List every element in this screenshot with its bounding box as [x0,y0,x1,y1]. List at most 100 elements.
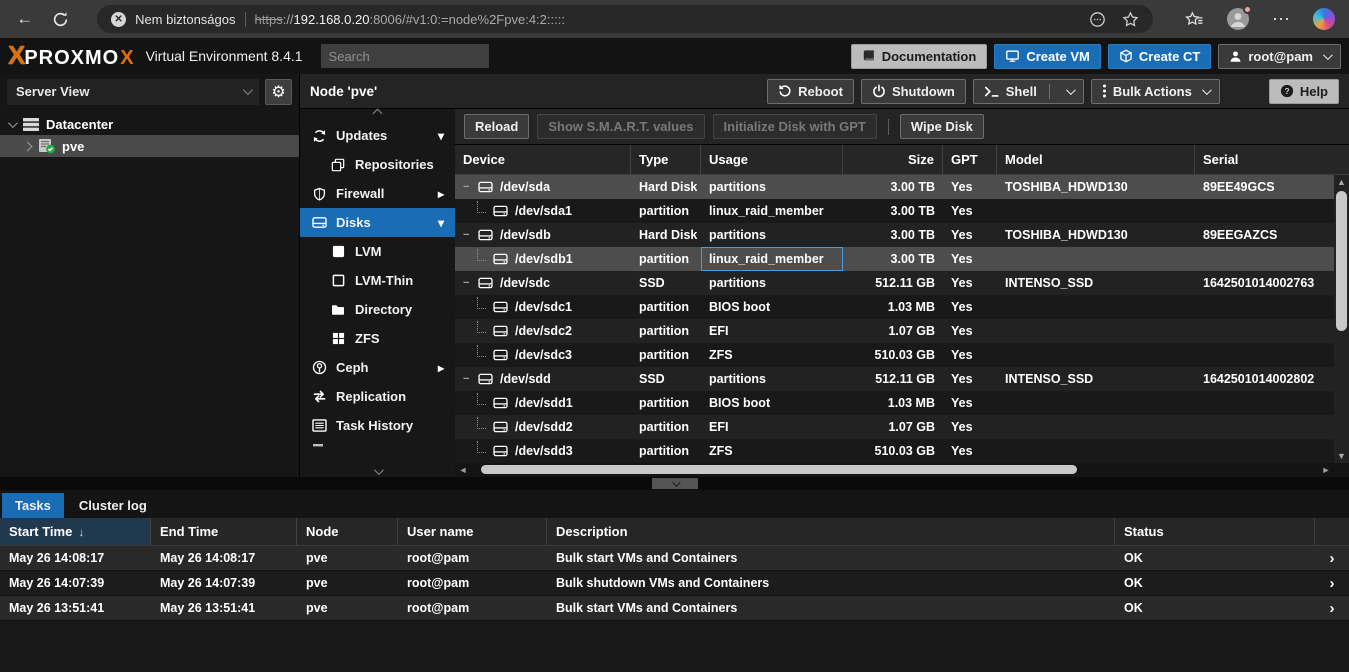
tree-item-datacenter[interactable]: Datacenter [0,113,299,135]
wipe-disk-button[interactable]: Wipe Disk [900,114,984,139]
reload-icon[interactable] [50,8,72,30]
horizontal-scrollbar[interactable]: ◄ ► [455,464,1334,475]
disk-row[interactable]: −/dev/sdd1 partition BIOS boot 1.03 MB Y… [455,391,1349,415]
menu-item[interactable] [300,440,455,450]
task-detail-chevron-icon[interactable]: › [1315,546,1349,570]
disk-gpt: Yes [943,367,997,391]
device-path: /dev/sdc2 [515,324,572,338]
avatar[interactable] [1226,7,1250,31]
scrollbar-thumb[interactable] [481,465,1077,474]
reboot-button[interactable]: Reboot [767,79,854,104]
menu-item[interactable]: Ceph [300,353,455,382]
create-ct-button[interactable]: Create CT [1108,44,1211,69]
shell-button[interactable]: Shell [973,79,1084,104]
column-header-usage[interactable]: Usage [701,145,843,174]
init-gpt-button[interactable]: Initialize Disk with GPT [713,114,877,139]
task-row[interactable]: May 26 13:51:41 May 26 13:51:41 pve root… [0,596,1349,621]
chevron-down-icon [243,85,253,95]
back-icon[interactable]: ← [14,8,36,30]
url-text[interactable]: https://192.168.0.20:8006/#v1:0:=node%2F… [255,12,565,27]
column-header-device[interactable]: Device [455,145,631,174]
scroll-up-icon[interactable] [300,110,455,117]
menu-item[interactable]: Disks [300,208,455,237]
scroll-down-icon[interactable] [300,468,455,475]
task-detail-chevron-icon[interactable]: › [1315,596,1349,620]
column-header-type[interactable]: Type [631,145,701,174]
brand-text-x: X [120,47,133,70]
column-header-start-time[interactable]: Start Time↓ [0,518,151,545]
gear-icon[interactable]: ⚙ [265,79,292,105]
browser-menu-icon[interactable]: ⋯ [1272,9,1291,30]
column-header-model[interactable]: Model [997,145,1195,174]
menu-item[interactable]: ZFS [300,324,455,353]
menu-item[interactable]: Firewall [300,179,455,208]
disk-row[interactable]: −/dev/sda Hard Disk partitions 3.00 TB Y… [455,175,1349,199]
menu-item[interactable]: Repositories [300,150,455,179]
menu-item[interactable]: Task History [300,411,455,440]
task-row[interactable]: May 26 14:07:39 May 26 14:07:39 pve root… [0,571,1349,596]
menu-item[interactable]: LVM [300,237,455,266]
show-smart-button[interactable]: Show S.M.A.R.T. values [537,114,704,139]
menu-item[interactable]: Updates [300,121,455,150]
reader-mode-icon[interactable] [1089,11,1106,28]
task-status: OK [1115,596,1315,620]
column-header-node[interactable]: Node [297,518,398,545]
copy-icon [330,158,346,172]
disk-size: 512.11 GB [843,271,943,295]
collapse-icon[interactable]: − [463,229,471,241]
reload-button[interactable]: Reload [464,114,529,139]
disk-usage: EFI [701,415,843,439]
scrollbar-thumb[interactable] [1336,191,1347,331]
tab-tasks[interactable]: Tasks [2,493,64,518]
disk-row[interactable]: −/dev/sdc SSD partitions 512.11 GB Yes I… [455,271,1349,295]
vertical-scrollbar[interactable]: ▲ ▼ [1334,175,1349,463]
user-menu-button[interactable]: root@pam [1218,44,1341,69]
scroll-right-arrow-icon[interactable]: ► [1320,465,1332,475]
column-header-end-time[interactable]: End Time [151,518,297,545]
bookmark-star-icon[interactable] [1122,11,1139,28]
scroll-down-arrow-icon[interactable]: ▼ [1337,449,1346,462]
scroll-up-arrow-icon[interactable]: ▲ [1337,175,1346,188]
disk-row[interactable]: −/dev/sdc2 partition EFI 1.07 GB Yes [455,319,1349,343]
not-secure-icon[interactable]: ✕ [111,12,126,27]
create-vm-button[interactable]: Create VM [994,44,1101,69]
collapse-icon[interactable]: − [463,373,471,385]
favorites-icon[interactable] [1185,11,1204,28]
copilot-icon[interactable] [1313,8,1335,30]
documentation-button[interactable]: Documentation [851,44,988,69]
view-selector[interactable]: Server View [7,79,259,105]
disk-row[interactable]: −/dev/sdb1 partition linux_raid_member 3… [455,247,1349,271]
splitter-handle[interactable] [652,478,698,489]
column-header-gpt[interactable]: GPT [943,145,997,174]
bulk-actions-button[interactable]: Bulk Actions [1091,79,1220,104]
help-button[interactable]: ?Help [1269,79,1339,104]
disk-row[interactable]: −/dev/sdc3 partition ZFS 510.03 GB Yes [455,343,1349,367]
scroll-left-arrow-icon[interactable]: ◄ [457,465,469,475]
menu-item[interactable]: Directory [300,295,455,324]
menu-item[interactable]: LVM-Thin [300,266,455,295]
collapse-icon[interactable]: − [463,277,471,289]
column-header-serial[interactable]: Serial [1195,145,1334,174]
tab-cluster-log[interactable]: Cluster log [66,493,160,518]
column-header-status[interactable]: Status [1115,518,1315,545]
disk-row[interactable]: −/dev/sdd2 partition EFI 1.07 GB Yes [455,415,1349,439]
search-input[interactable] [321,44,489,68]
menu-item[interactable]: Replication [300,382,455,411]
disk-row[interactable]: −/dev/sda1 partition linux_raid_member 3… [455,199,1349,223]
column-header-size[interactable]: Size [843,145,943,174]
disk-row[interactable]: −/dev/sdd SSD partitions 512.11 GB Yes I… [455,367,1349,391]
disk-row[interactable]: −/dev/sdc1 partition BIOS boot 1.03 MB Y… [455,295,1349,319]
task-row[interactable]: May 26 14:08:17 May 26 14:08:17 pve root… [0,546,1349,571]
task-status: OK [1115,571,1315,595]
tree-item-pve[interactable]: pve [0,135,299,157]
column-header-user[interactable]: User name [398,518,547,545]
disk-row[interactable]: −/dev/sdd3 partition ZFS 510.03 GB Yes [455,439,1349,463]
task-detail-chevron-icon[interactable]: › [1315,571,1349,595]
shutdown-button[interactable]: Shutdown [861,79,966,104]
collapse-icon[interactable]: − [463,181,471,193]
disk-row[interactable]: −/dev/sdb Hard Disk partitions 3.00 TB Y… [455,223,1349,247]
address-bar[interactable]: ✕ Nem biztonságos https://192.168.0.20:8… [97,5,1153,33]
divider [245,12,246,27]
column-header-description[interactable]: Description [547,518,1115,545]
menu-item-label: LVM [355,244,381,259]
